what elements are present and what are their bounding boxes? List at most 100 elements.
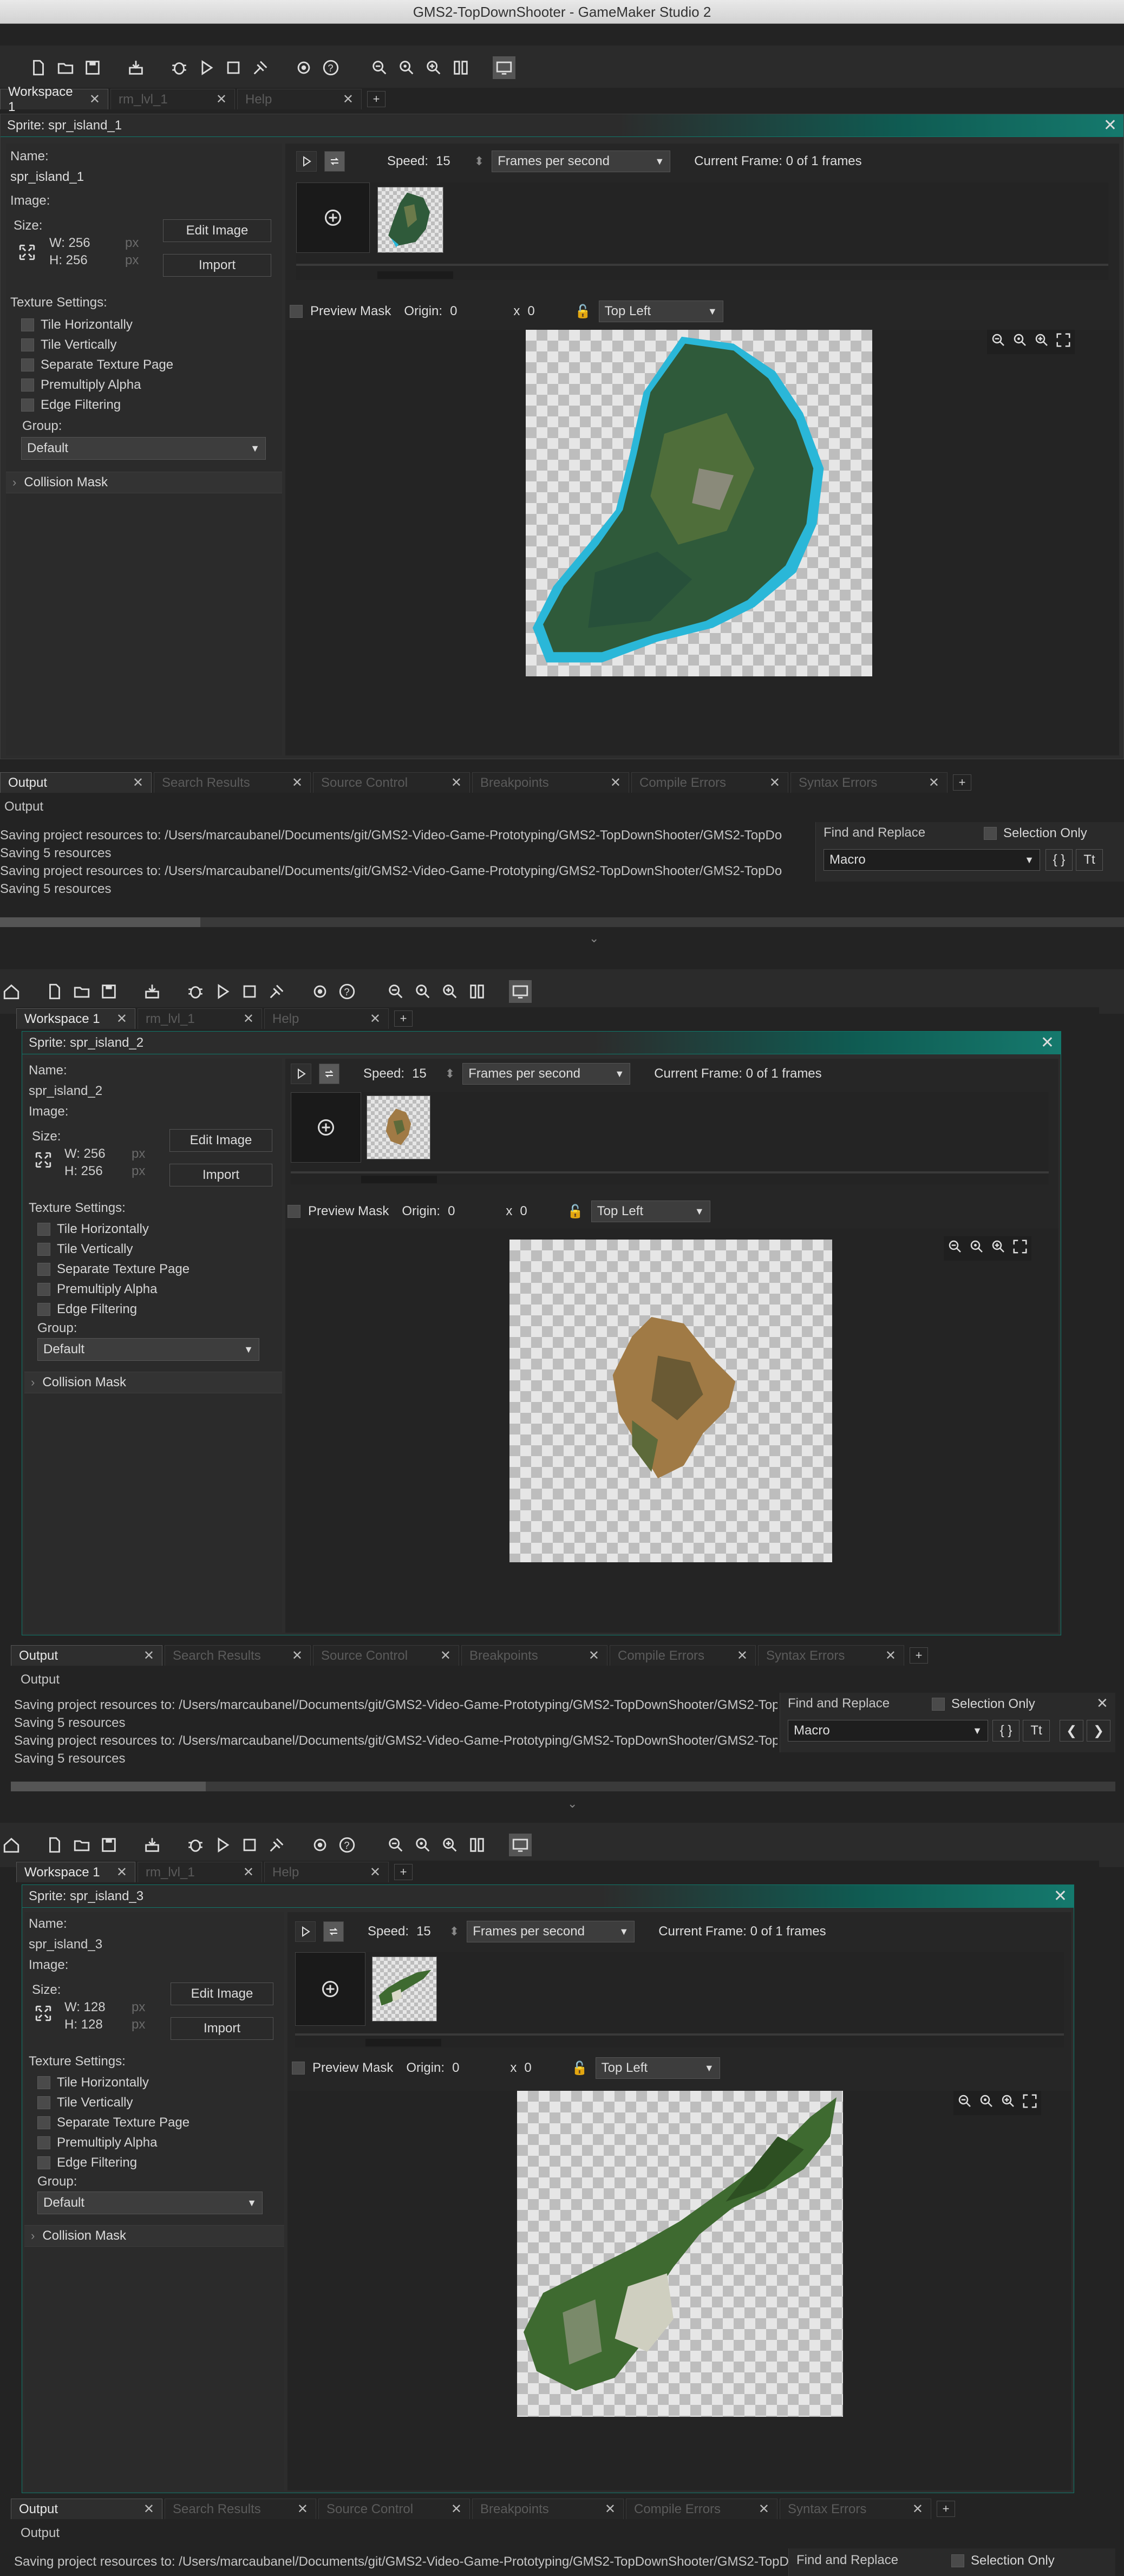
- close-icon[interactable]: ✕: [1054, 1887, 1067, 1906]
- resize-icon[interactable]: [34, 2004, 53, 2023]
- close-icon[interactable]: ✕: [1096, 1695, 1108, 1712]
- tab-rm-lvl-1[interactable]: rm_lvl_1 ✕: [138, 1008, 262, 1029]
- width-value[interactable]: W: 256: [64, 1146, 106, 1162]
- close-icon[interactable]: ✕: [133, 775, 143, 791]
- zoom-out-icon[interactable]: [947, 1238, 963, 1258]
- output-log[interactable]: Saving project resources to: /Users/marc…: [0, 826, 812, 898]
- tab-source-control[interactable]: Source Control ✕: [318, 2499, 470, 2519]
- add-tab-button[interactable]: +: [367, 91, 385, 107]
- checkbox[interactable]: [21, 318, 34, 331]
- width-value[interactable]: W: 128: [64, 2000, 106, 2015]
- close-icon[interactable]: ✕: [440, 1648, 451, 1664]
- close-icon[interactable]: ✕: [759, 2501, 769, 2517]
- collision-mask-section[interactable]: › Collision Mask: [6, 472, 282, 493]
- lock-icon[interactable]: 🔓: [575, 304, 591, 319]
- zoom-reset-icon[interactable]: [969, 1238, 985, 1258]
- origin-preset-dropdown[interactable]: Top Left ▼: [598, 301, 723, 322]
- premultiply-alpha-checkbox[interactable]: Premultiply Alpha: [37, 1279, 189, 1299]
- tab-breakpoints[interactable]: Breakpoints ✕: [472, 772, 629, 793]
- monitor-icon[interactable]: [493, 56, 515, 79]
- tab-help[interactable]: Help ✕: [237, 89, 362, 109]
- close-icon[interactable]: ✕: [1103, 116, 1117, 135]
- tab-syntax-errors[interactable]: Syntax Errors ✕: [758, 1645, 904, 1666]
- tab-workspace-1[interactable]: Workspace 1 ✕: [16, 1862, 135, 1882]
- monitor-icon[interactable]: [509, 980, 532, 1003]
- tab-compile-errors[interactable]: Compile Errors ✕: [631, 772, 788, 793]
- close-icon[interactable]: ✕: [143, 1648, 154, 1664]
- tab-rm-lvl-1[interactable]: rm_lvl_1 ✕: [110, 89, 235, 109]
- close-icon[interactable]: ✕: [737, 1648, 748, 1664]
- zoom-out-icon[interactable]: [990, 332, 1007, 352]
- edit-image-button[interactable]: Edit Image: [163, 219, 271, 242]
- add-frame-button[interactable]: [296, 182, 370, 253]
- close-icon[interactable]: ✕: [885, 1648, 896, 1664]
- origin-preset-dropdown[interactable]: Top Left ▼: [591, 1201, 710, 1222]
- package-icon[interactable]: [141, 1834, 164, 1856]
- tile-vertically-checkbox[interactable]: Tile Vertically: [21, 335, 173, 355]
- settings-icon[interactable]: [309, 980, 331, 1003]
- separate-texture-page-checkbox[interactable]: Separate Texture Page: [37, 2112, 189, 2132]
- match-case-button[interactable]: Tt: [1076, 849, 1103, 871]
- checkbox[interactable]: [37, 2096, 50, 2109]
- tab-breakpoints[interactable]: Breakpoints ✕: [461, 1645, 607, 1666]
- separate-texture-page-checkbox[interactable]: Separate Texture Page: [21, 355, 173, 375]
- help-icon[interactable]: ?: [336, 1834, 358, 1856]
- sprite-name-field[interactable]: spr_island_3: [29, 1937, 102, 1952]
- group-dropdown[interactable]: Default ▼: [21, 437, 266, 460]
- height-value[interactable]: H: 256: [49, 253, 88, 268]
- help-icon[interactable]: ?: [319, 56, 342, 79]
- tab-output[interactable]: Output ✕: [11, 2499, 162, 2519]
- fullscreen-icon[interactable]: [1055, 332, 1071, 352]
- tab-search-results[interactable]: Search Results ✕: [154, 772, 311, 793]
- checkbox[interactable]: [951, 2554, 964, 2567]
- close-icon[interactable]: ✕: [589, 1648, 599, 1664]
- preview-mask-checkbox[interactable]: [287, 1205, 300, 1218]
- zoom-in-icon[interactable]: [439, 1834, 461, 1856]
- speed-value[interactable]: 15: [416, 1924, 431, 1939]
- origin-x-value[interactable]: 0: [448, 1204, 455, 1219]
- settings-icon[interactable]: [292, 56, 315, 79]
- sprite-name-field[interactable]: spr_island_1: [6, 166, 282, 188]
- zoom-in-icon[interactable]: [1034, 332, 1050, 352]
- package-icon[interactable]: [125, 56, 147, 79]
- tab-output[interactable]: Output ✕: [0, 772, 152, 793]
- add-tab-button[interactable]: +: [937, 2501, 955, 2517]
- frame-thumbnail[interactable]: [367, 1095, 430, 1159]
- close-icon[interactable]: ✕: [370, 1864, 381, 1880]
- checkbox[interactable]: [37, 1302, 50, 1316]
- add-tab-button[interactable]: +: [910, 1647, 928, 1664]
- import-button[interactable]: Import: [171, 2017, 273, 2040]
- home-icon[interactable]: [0, 1834, 23, 1856]
- frame-scrollbar[interactable]: [291, 1171, 1049, 1173]
- close-icon[interactable]: ✕: [605, 2501, 616, 2517]
- tab-workspace-1[interactable]: Workspace 1 ✕: [16, 1008, 135, 1029]
- edge-filtering-checkbox[interactable]: Edge Filtering: [37, 2153, 189, 2173]
- play-icon[interactable]: [295, 1921, 316, 1942]
- tab-source-control[interactable]: Source Control ✕: [313, 772, 470, 793]
- zoom-out-icon[interactable]: [957, 2093, 973, 2113]
- zoom-in-icon[interactable]: [1000, 2093, 1016, 2113]
- zoom-out-icon[interactable]: [368, 56, 391, 79]
- loop-icon[interactable]: [324, 151, 345, 172]
- selection-only-checkbox[interactable]: Selection Only: [951, 2551, 1055, 2571]
- find-previous-button[interactable]: ❮: [1060, 1720, 1083, 1742]
- checkbox[interactable]: [21, 358, 34, 371]
- edit-image-button[interactable]: Edit Image: [169, 1129, 272, 1152]
- close-icon[interactable]: ✕: [116, 1864, 127, 1880]
- sprite-canvas[interactable]: [287, 2091, 1071, 2490]
- close-icon[interactable]: ✕: [929, 775, 939, 791]
- edge-filtering-checkbox[interactable]: Edge Filtering: [37, 1299, 189, 1319]
- close-icon[interactable]: ✕: [343, 92, 354, 107]
- tab-source-control[interactable]: Source Control ✕: [313, 1645, 459, 1666]
- debug-icon[interactable]: [184, 980, 207, 1003]
- frame-thumbnail[interactable]: [372, 1957, 437, 2021]
- zoom-in-icon[interactable]: [422, 56, 445, 79]
- gamepad-icon[interactable]: [449, 56, 472, 79]
- checkbox[interactable]: [37, 2116, 50, 2129]
- close-icon[interactable]: ✕: [116, 1011, 127, 1027]
- tab-breakpoints[interactable]: Breakpoints ✕: [472, 2499, 624, 2519]
- zoom-reset-icon[interactable]: [1012, 332, 1028, 352]
- checkbox[interactable]: [37, 1262, 50, 1276]
- tab-help[interactable]: Help ✕: [264, 1862, 389, 1882]
- open-icon[interactable]: [54, 56, 77, 79]
